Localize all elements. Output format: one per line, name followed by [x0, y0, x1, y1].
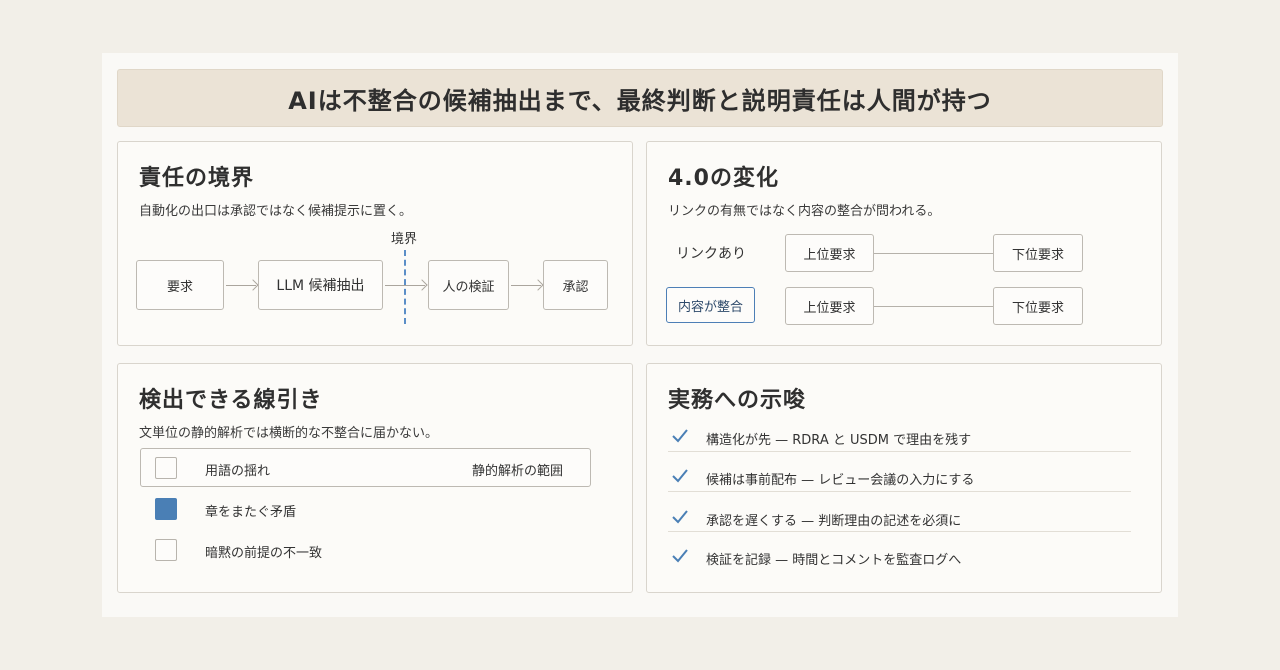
change-card: 4.0の変化 リンクの有無ではなく内容の整合が問われる。 リンクあり 上位要求 … [646, 141, 1162, 346]
flow-step-approval: 承認 [543, 260, 608, 310]
responsibility-card: 責任の境界 自動化の出口は承認ではなく候補提示に置く。 境界 要求 LLM 候補… [117, 141, 633, 346]
practice-item: 検証を記録 — 時間とコメントを監査ログへ [668, 539, 1131, 579]
change-title: 4.0の変化 [668, 166, 779, 191]
check-icon [672, 549, 688, 563]
practice-item-text: 承認を遅くする — 判断理由の記述を必須に [706, 514, 962, 529]
detection-title: 検出できる線引き [139, 388, 323, 413]
flow-step-requirement: 要求 [136, 260, 224, 310]
flow-arrow [385, 285, 425, 286]
change-subtitle: リンクの有無ではなく内容の整合が問われる。 [668, 204, 941, 219]
checkbox-implicit-assumption[interactable] [155, 539, 177, 561]
item-term-variation: 用語の揺れ [205, 464, 271, 479]
check-icon [672, 510, 688, 524]
flow-arrow [226, 285, 256, 286]
link-line [874, 253, 993, 254]
practice-item: 承認を遅くする — 判断理由の記述を必須に [668, 500, 1131, 540]
practice-title: 実務への示唆 [668, 388, 807, 413]
practice-item-text: 候補は事前配布 — レビュー会議の入力にする [706, 473, 975, 488]
flow-step-llm-extraction: LLM 候補抽出 [258, 260, 383, 310]
item-cross-chapter-contradiction: 章をまたぐ矛盾 [205, 505, 297, 520]
upper-requirement-box: 上位要求 [785, 234, 874, 272]
divider [668, 451, 1131, 452]
banner-title: AIは不整合の候補抽出まで、最終判断と説明責任は人間が持つ [117, 69, 1163, 127]
detection-subtitle: 文単位の静的解析では横断的な不整合に届かない。 [139, 426, 439, 441]
row-label-content-consistent: 内容が整合 [666, 287, 755, 323]
responsibility-subtitle: 自動化の出口は承認ではなく候補提示に置く。 [139, 204, 413, 219]
practice-item-text: 構造化が先 — RDRA と USDM で理由を残す [706, 433, 972, 448]
divider [668, 531, 1131, 532]
check-icon [672, 429, 688, 443]
row-label-link-exists: リンクあり [676, 246, 746, 262]
practice-item: 候補は事前配布 — レビュー会議の入力にする [668, 459, 1131, 499]
detection-card: 検出できる線引き 文単位の静的解析では横断的な不整合に届かない。 用語の揺れ 静… [117, 363, 633, 593]
divider [668, 491, 1131, 492]
practice-item: 構造化が先 — RDRA と USDM で理由を残す [668, 419, 1131, 459]
upper-requirement-box: 上位要求 [785, 287, 874, 325]
check-icon [672, 469, 688, 483]
flow-step-human-verification: 人の検証 [428, 260, 509, 310]
boundary-line [404, 250, 406, 324]
link-line [874, 306, 993, 307]
checkbox-term-variation[interactable] [155, 457, 177, 479]
static-analysis-range-label: 静的解析の範囲 [472, 464, 564, 479]
practice-card: 実務への示唆 構造化が先 — RDRA と USDM で理由を残す 候補は事前配… [646, 363, 1162, 593]
checkbox-cross-chapter-contradiction[interactable] [155, 498, 177, 520]
lower-requirement-box: 下位要求 [993, 234, 1083, 272]
item-implicit-assumption: 暗黙の前提の不一致 [205, 546, 323, 561]
lower-requirement-box: 下位要求 [993, 287, 1083, 325]
flow-arrow [511, 285, 541, 286]
responsibility-title: 責任の境界 [139, 166, 255, 191]
practice-item-text: 検証を記録 — 時間とコメントを監査ログへ [706, 553, 962, 568]
boundary-label: 境界 [391, 232, 418, 247]
